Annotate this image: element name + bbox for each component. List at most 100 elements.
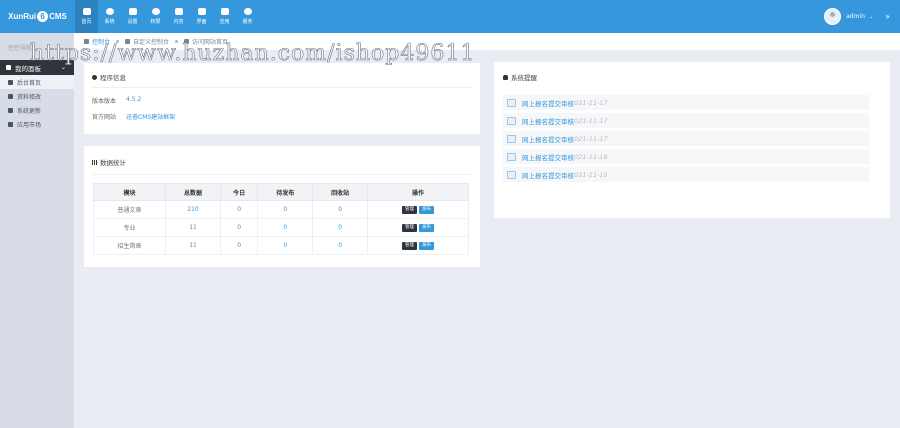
table-row: 普通文章 210 0 0 0 管理 发布 [92, 200, 469, 219]
nav-settings[interactable]: 设置 [121, 0, 144, 33]
column-header: 总数据 [165, 183, 221, 201]
sidebar-item-market[interactable]: 应用市场 [0, 117, 74, 131]
logo[interactable]: XunRui 6 CMS [0, 0, 75, 33]
pending-cell[interactable]: 0 [257, 218, 314, 237]
table-header-row: 模块 总数据 今日 待发布 回收站 操作 [92, 183, 469, 201]
today-cell[interactable]: 0 [219, 236, 259, 255]
notice-date: 021-11-16 [574, 152, 608, 161]
info-icon [92, 74, 97, 80]
sidebar-item-dashboard[interactable]: 后台首页 [0, 75, 74, 89]
divider [92, 174, 472, 175]
home-icon [8, 79, 13, 85]
sidebar: 控控导航 我的面板 ⌄ 后台首页 资料修改 系统更新 应用市场 [0, 33, 74, 428]
id-card-icon [507, 170, 516, 179]
publish-button[interactable]: 发布 [419, 206, 435, 214]
today-cell[interactable]: 0 [219, 218, 259, 237]
nav-label: 系统 [104, 19, 115, 25]
manage-button[interactable]: 管理 [402, 242, 418, 250]
column-header: 回收站 [312, 183, 369, 201]
notice-text[interactable]: 网上报名提交审核 [522, 134, 574, 144]
info-row-version: 版本版本 4.5.2 [92, 96, 141, 105]
total-cell[interactable]: 11 [165, 218, 221, 237]
recycle-cell[interactable]: 0 [312, 218, 369, 237]
puzzle-icon [8, 121, 13, 127]
nav-system[interactable]: 系统 [98, 0, 121, 33]
globe-icon [105, 8, 114, 15]
notice-item[interactable]: 网上报名提交审核 021-11-16 [503, 149, 869, 164]
module-cell: 招生简章 [92, 236, 167, 255]
panel-title: 程序信息 [92, 72, 126, 82]
total-cell[interactable]: 210 [165, 200, 221, 219]
logo-text-cms: CMS [49, 12, 67, 21]
divider [92, 87, 472, 88]
actions-cell: 管理 发布 [367, 236, 469, 255]
cloud-icon [243, 8, 252, 15]
user-menu[interactable]: admin ⌄ » [824, 0, 890, 33]
user-circle-icon [151, 8, 160, 15]
notice-text[interactable]: 网上报名提交审核 [522, 170, 574, 180]
avatar[interactable] [824, 8, 842, 25]
pending-cell[interactable]: 0 [257, 236, 314, 255]
manage-button[interactable]: 管理 [402, 224, 418, 232]
module-cell: 普通文章 [92, 200, 167, 219]
manage-button[interactable]: 管理 [402, 206, 418, 214]
today-cell[interactable]: 0 [219, 200, 259, 219]
logo-text: XunRui [8, 12, 37, 21]
recycle-cell[interactable]: 0 [312, 236, 369, 255]
panel-title-text: 数据统计 [100, 159, 126, 167]
nav-label: 权限 [150, 19, 161, 25]
top-bar: XunRui 6 CMS 首页 系统 设置 权限 内容 界面 应用 服务 admin… [0, 0, 900, 33]
nav-label: 服务 [242, 19, 253, 25]
id-card-icon [507, 116, 516, 125]
notice-item[interactable]: 网上报名提交审核 021-11-17 [503, 95, 869, 110]
publish-button[interactable]: 发布 [419, 224, 435, 232]
nav-content[interactable]: 内容 [167, 0, 190, 33]
info-value: 4.5.2 [126, 96, 142, 103]
watermark: https://www.huzhan.com/ishop49611 [30, 41, 476, 67]
notice-text[interactable]: 网上报名提交审核 [522, 98, 574, 108]
username[interactable]: admin [846, 13, 865, 20]
data-stats-panel: 数据统计 模块 总数据 今日 待发布 回收站 操作 普通文章 210 0 0 0… [84, 146, 480, 267]
id-card-icon [507, 134, 516, 143]
sidebar-item-label: 系统更新 [17, 107, 42, 115]
panel-title-text: 系统提醒 [511, 74, 537, 82]
panel-title: 系统提醒 [503, 72, 537, 82]
logo-mark: 6 [37, 11, 49, 22]
nav-home[interactable]: 首页 [75, 0, 98, 33]
notice-item[interactable]: 网上报名提交审核 021-11-17 [503, 131, 869, 146]
chevron-down-icon[interactable]: ⌄ [869, 14, 873, 20]
user-icon [8, 93, 13, 99]
publish-button[interactable]: 发布 [419, 242, 435, 250]
notice-date: 021-11-15 [574, 170, 608, 179]
pending-cell[interactable]: 0 [257, 200, 314, 219]
grid-icon [174, 8, 183, 15]
table-row: 专业 11 0 0 0 管理 发布 [92, 218, 469, 237]
notice-text[interactable]: 网上报名提交审核 [522, 116, 574, 126]
notice-date: 021-11-17 [574, 116, 608, 125]
refresh-icon [8, 107, 13, 113]
actions-cell: 管理 发布 [367, 200, 469, 219]
sidebar-item-update[interactable]: 系统更新 [0, 103, 74, 117]
column-header: 今日 [219, 183, 259, 201]
info-label: 版本版本 [92, 98, 117, 105]
id-card-icon [507, 152, 516, 161]
recycle-cell[interactable]: 0 [312, 200, 369, 219]
nav-label: 设置 [127, 19, 138, 25]
nav-services[interactable]: 服务 [236, 0, 259, 33]
bar-chart-icon [92, 159, 97, 165]
total-cell[interactable]: 11 [165, 236, 221, 255]
double-chevron-right-icon[interactable]: » [885, 12, 890, 21]
info-label: 官方网站 [92, 114, 117, 121]
nav-apps[interactable]: 应用 [213, 0, 236, 33]
sidebar-item-label: 资料修改 [17, 93, 42, 101]
website-link[interactable]: 迅睿CMS建站框架 [126, 112, 175, 121]
notice-item[interactable]: 网上报名提交审核 021-11-15 [503, 167, 869, 182]
sidebar-item-profile[interactable]: 资料修改 [0, 89, 74, 103]
stats-table: 模块 总数据 今日 待发布 回收站 操作 普通文章 210 0 0 0 管理 发布… [92, 183, 469, 255]
nav-permissions[interactable]: 权限 [144, 0, 167, 33]
nav-interface[interactable]: 界面 [190, 0, 213, 33]
panel-title: 数据统计 [92, 157, 126, 167]
column-header: 待发布 [257, 183, 314, 201]
notice-text[interactable]: 网上报名提交审核 [522, 152, 574, 162]
notice-item[interactable]: 网上报名提交审核 021-11-17 [503, 113, 869, 128]
